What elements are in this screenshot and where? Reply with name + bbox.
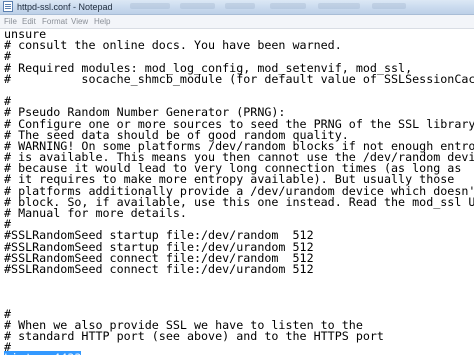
menu-bar: File Edit Format View Help	[0, 15, 474, 29]
text-editor[interactable]: unsure # consult the online docs. You hav…	[0, 28, 474, 355]
background-taskbar-tabs	[130, 0, 460, 14]
text-line: # standard HTTP port (see above) and to …	[4, 329, 384, 344]
menu-edit[interactable]: Edit	[22, 16, 36, 27]
title-bar[interactable]: httpd-ssl.conf - Notepad	[0, 0, 474, 15]
notepad-icon	[3, 1, 13, 12]
text-line	[4, 286, 472, 297]
menu-help[interactable]: Help	[94, 16, 110, 27]
text-line: # consult the online docs. You have been…	[4, 38, 342, 53]
menu-file[interactable]: File	[4, 16, 17, 27]
text-line	[4, 85, 472, 96]
menu-view[interactable]: View	[71, 16, 88, 27]
text-selection: Listen 4433	[4, 351, 82, 355]
window-title: httpd-ssl.conf - Notepad	[17, 2, 113, 12]
text-line: # Manual for more details.	[4, 206, 187, 220]
notepad-window: httpd-ssl.conf - Notepad File Edit Forma…	[0, 0, 474, 355]
text-line: # socache_shmcb_module (for default valu…	[4, 71, 474, 86]
editor-text: unsure # consult the online docs. You hav…	[4, 28, 474, 355]
text-line	[4, 298, 472, 309]
text-line: #SSLRandomSeed connect file:/dev/urandom…	[4, 261, 314, 276]
menu-format[interactable]: Format	[42, 16, 67, 27]
text-line	[4, 275, 472, 286]
